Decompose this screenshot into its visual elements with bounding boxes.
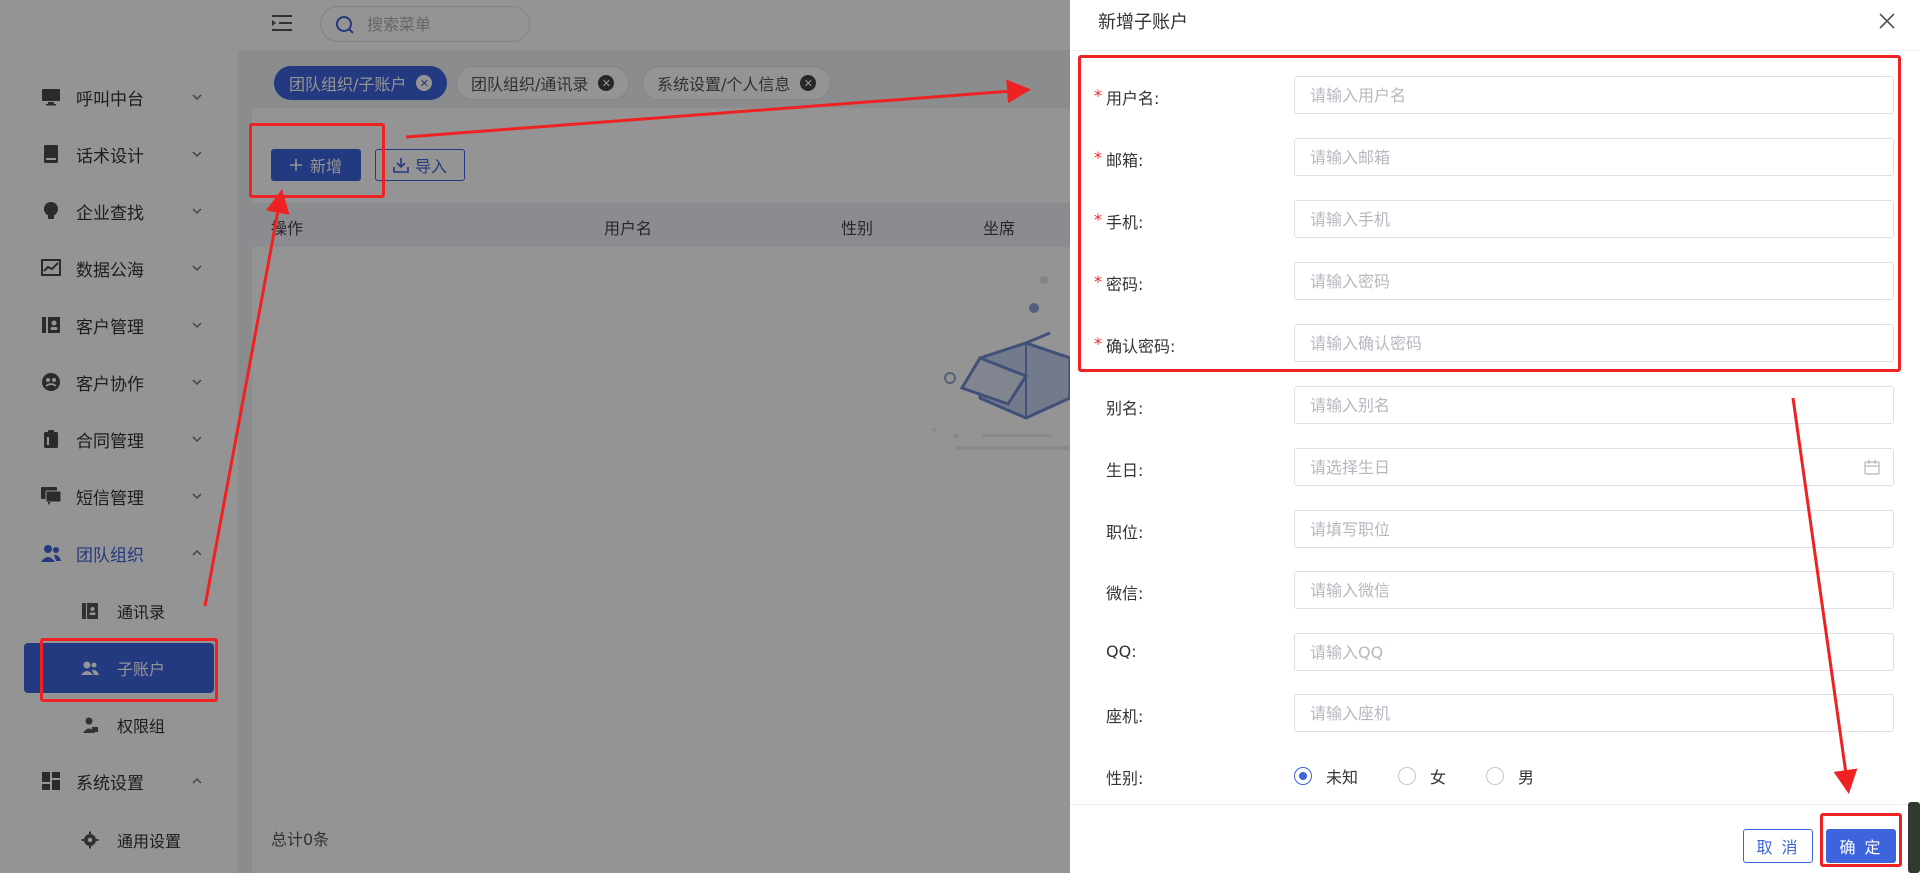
wechat-input[interactable] — [1294, 571, 1894, 609]
field-label: 别名: — [1106, 399, 1144, 418]
floating-widget — [1908, 802, 1920, 873]
field-label: * 手机: — [1094, 210, 1144, 232]
gender-option-unknown[interactable]: 未知 — [1294, 764, 1358, 788]
phone-input[interactable] — [1294, 200, 1894, 238]
field-label: 微信: — [1106, 584, 1144, 603]
required-mark: * — [1094, 334, 1102, 353]
field-label: * 用户名: — [1094, 86, 1160, 108]
gender-option-male[interactable]: 男 — [1486, 764, 1534, 788]
form-row-birthday: 生日: — [1070, 448, 1920, 488]
field-label: * 确认密码: — [1094, 334, 1176, 356]
add-sub-account-drawer: 新增子账户 *用户名: *邮箱: *手机: *密码: *确认密码: 别名: 生日… — [1070, 0, 1920, 873]
divider — [1070, 50, 1920, 51]
confirm-button[interactable]: 确 定 — [1826, 829, 1896, 863]
cancel-button[interactable]: 取 消 — [1743, 829, 1813, 863]
gender-option-female[interactable]: 女 — [1398, 764, 1446, 788]
radio-selected[interactable] — [1294, 767, 1312, 785]
form-row-gender: 性别: 未知 女 男 — [1070, 756, 1920, 796]
form-row-confirm-password: * 确认密码: — [1070, 324, 1920, 364]
form-row-password: * 密码: — [1070, 262, 1920, 302]
field-label: 座机: — [1106, 707, 1144, 726]
form-row-alias: 别名: — [1070, 386, 1920, 426]
radio-unselected[interactable] — [1398, 767, 1417, 785]
form-row-landline: 座机: — [1070, 694, 1920, 734]
password-input[interactable] — [1294, 262, 1894, 300]
form-row-email: * 邮箱: — [1070, 138, 1920, 178]
drawer-title: 新增子账户 — [1098, 12, 1188, 33]
gender-radio-group: 未知 女 男 — [1294, 764, 1574, 788]
radio-label: 未知 — [1326, 768, 1359, 787]
required-mark: * — [1094, 86, 1102, 105]
required-mark: * — [1094, 272, 1102, 291]
modal-overlay[interactable] — [0, 0, 1070, 873]
form-row-position: 职位: — [1070, 510, 1920, 550]
divider — [1070, 804, 1920, 805]
form-row-wechat: 微信: — [1070, 571, 1920, 611]
field-label: 生日: — [1106, 461, 1144, 480]
field-label: * 邮箱: — [1094, 148, 1144, 170]
form-row-phone: * 手机: — [1070, 200, 1920, 240]
field-label: 性别: — [1106, 769, 1144, 788]
username-input[interactable] — [1294, 76, 1894, 114]
landline-input[interactable] — [1294, 694, 1894, 732]
close-icon[interactable] — [1878, 12, 1896, 30]
confirm-password-input[interactable] — [1294, 324, 1894, 362]
birthday-picker[interactable] — [1294, 448, 1894, 486]
field-label: * 密码: — [1094, 272, 1144, 294]
radio-unselected[interactable] — [1486, 767, 1505, 785]
calendar-icon[interactable] — [1864, 459, 1880, 475]
position-input[interactable] — [1294, 510, 1894, 548]
email-input[interactable] — [1294, 138, 1894, 176]
radio-label: 男 — [1518, 768, 1535, 787]
field-label: 职位: — [1106, 523, 1144, 542]
field-label: QQ: — [1106, 642, 1137, 661]
qq-input[interactable] — [1294, 633, 1894, 671]
required-mark: * — [1094, 210, 1102, 229]
form-row-qq: QQ: — [1070, 633, 1920, 673]
radio-label: 女 — [1430, 768, 1447, 787]
alias-input[interactable] — [1294, 386, 1894, 424]
required-mark: * — [1094, 148, 1102, 167]
form-row-username: * 用户名: — [1070, 76, 1920, 116]
